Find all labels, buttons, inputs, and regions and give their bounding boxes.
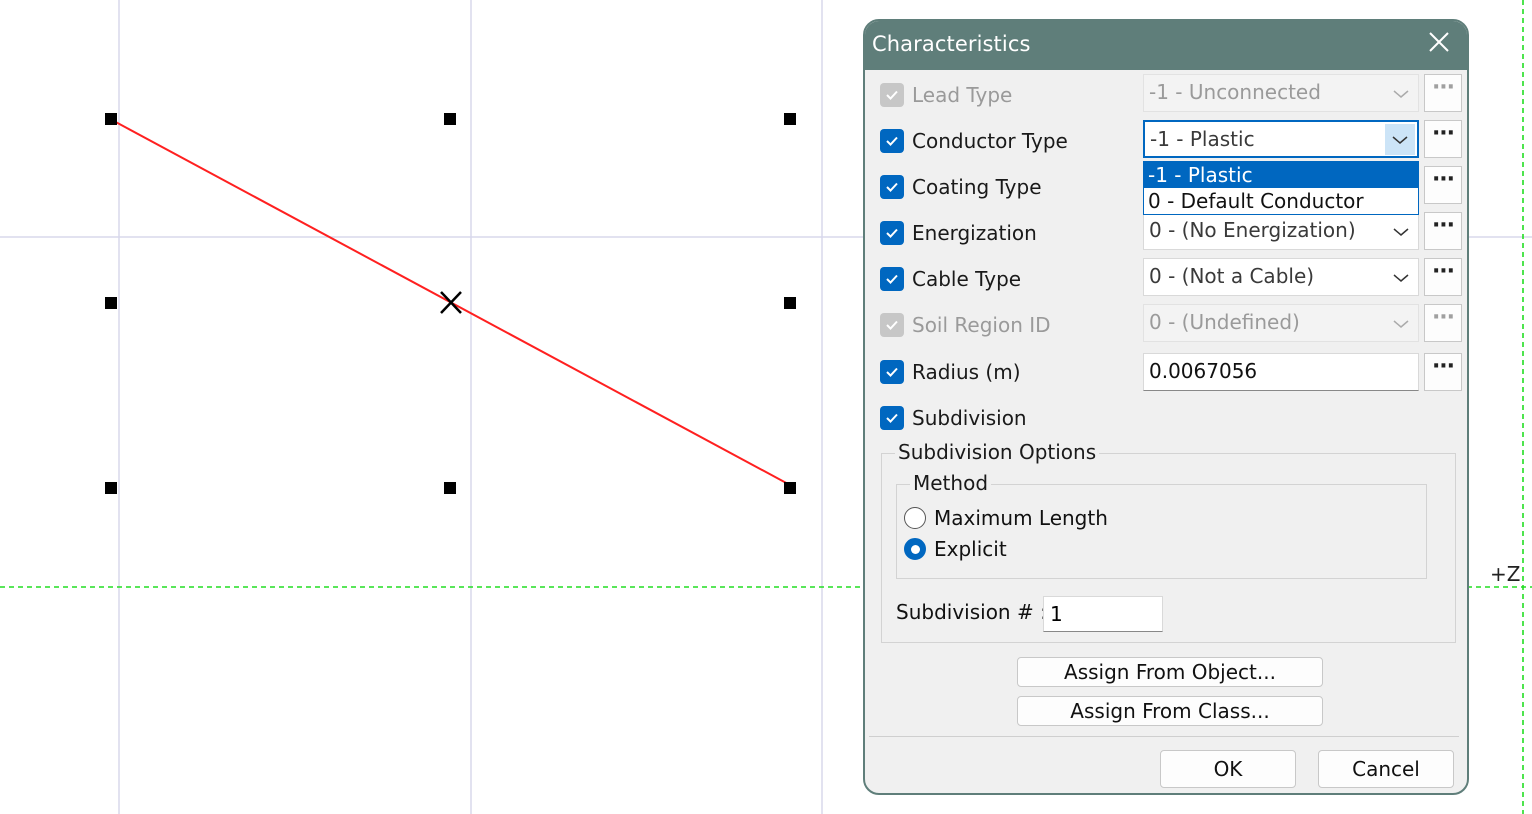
chevron-down-icon <box>1390 83 1412 105</box>
chevron-down-icon[interactable] <box>1390 221 1412 243</box>
chevron-down-icon[interactable] <box>1390 267 1412 289</box>
cable-type-select[interactable]: 0 - (Not a Cable) <box>1143 258 1419 296</box>
radio-explicit[interactable]: Explicit <box>904 537 1007 561</box>
subdivision-count-input[interactable]: 1 <box>1043 596 1163 632</box>
radius-input[interactable]: 0.0067056 <box>1143 353 1419 391</box>
soil-region-select: 0 - (Undefined) <box>1143 304 1419 342</box>
close-icon[interactable] <box>1425 31 1453 59</box>
radio-maximum-length[interactable]: Maximum Length <box>904 506 1108 530</box>
soil-region-checkbox <box>880 313 904 337</box>
coating-type-row: Coating Type <box>880 174 1042 200</box>
coating-type-label: Coating Type <box>912 175 1042 199</box>
radio-button-selected[interactable] <box>904 538 926 560</box>
coating-type-more-button[interactable]: ··· <box>1424 166 1462 204</box>
dropdown-option[interactable]: -1 - Plastic <box>1144 162 1418 188</box>
handle-top-left[interactable] <box>105 113 117 125</box>
cable-type-row: Cable Type <box>880 266 1021 292</box>
separator <box>869 736 1459 737</box>
dialog-title: Characteristics <box>872 32 1031 56</box>
handle-bottom-right[interactable] <box>784 482 796 494</box>
ok-button[interactable]: OK <box>1160 750 1296 788</box>
chevron-down-icon[interactable] <box>1385 124 1415 155</box>
characteristics-dialog: Characteristics Lead Type -1 - Unconnect… <box>863 19 1469 795</box>
handle-top-mid[interactable] <box>444 113 456 125</box>
lead-type-row: Lead Type <box>880 82 1012 108</box>
soil-region-label: Soil Region ID <box>912 313 1051 337</box>
lead-type-more-button: ··· <box>1424 74 1462 112</box>
handle-bottom-left[interactable] <box>105 482 117 494</box>
subdivision-row: Subdivision <box>880 405 1027 431</box>
chevron-down-icon <box>1390 313 1412 335</box>
handle-mid-right[interactable] <box>784 297 796 309</box>
dropdown-option[interactable]: 0 - Default Conductor <box>1144 188 1418 214</box>
cable-type-more-button[interactable]: ··· <box>1424 258 1462 296</box>
soil-region-row: Soil Region ID <box>880 312 1051 338</box>
lead-type-label: Lead Type <box>912 83 1013 107</box>
conductor-type-row: Conductor Type <box>880 128 1068 154</box>
radio-label: Maximum Length <box>934 506 1108 530</box>
conductor-type-more-button[interactable]: ··· <box>1424 120 1462 158</box>
subdivision-checkbox[interactable] <box>880 406 904 430</box>
conductor-type-select[interactable]: -1 - Plastic <box>1143 120 1419 158</box>
radius-row: Radius (m) <box>880 359 1021 385</box>
method-title: Method <box>910 471 992 495</box>
z-axis-label: +Z <box>1490 562 1521 586</box>
radio-label: Explicit <box>934 537 1007 561</box>
handle-top-right[interactable] <box>784 113 796 125</box>
coating-type-checkbox[interactable] <box>880 175 904 199</box>
handle-mid-left[interactable] <box>105 297 117 309</box>
energization-checkbox[interactable] <box>880 221 904 245</box>
method-group <box>896 484 1427 579</box>
energization-more-button[interactable]: ··· <box>1424 212 1462 250</box>
cable-type-checkbox[interactable] <box>880 267 904 291</box>
handle-bottom-mid[interactable] <box>444 482 456 494</box>
lead-type-select: -1 - Unconnected <box>1143 74 1419 112</box>
assign-from-object-button[interactable]: Assign From Object... <box>1017 657 1323 687</box>
energization-select[interactable]: 0 - (No Energization) <box>1143 212 1419 250</box>
energization-row: Energization <box>880 220 1037 246</box>
conductor-type-dropdown[interactable]: -1 - Plastic 0 - Default Conductor <box>1143 161 1419 215</box>
soil-region-more-button: ··· <box>1424 304 1462 342</box>
radius-label: Radius (m) <box>912 360 1021 384</box>
subdivision-count-label: Subdivision # : <box>896 600 1047 624</box>
lead-type-checkbox <box>880 83 904 107</box>
energization-label: Energization <box>912 221 1037 245</box>
conductor-type-label: Conductor Type <box>912 129 1068 153</box>
assign-from-class-button[interactable]: Assign From Class... <box>1017 696 1323 726</box>
subdivision-label: Subdivision <box>912 406 1027 430</box>
cable-type-label: Cable Type <box>912 267 1022 291</box>
radius-checkbox[interactable] <box>880 360 904 384</box>
radius-more-button[interactable]: ··· <box>1424 353 1462 391</box>
subdivision-options-title: Subdivision Options <box>895 440 1100 464</box>
radio-button[interactable] <box>904 507 926 529</box>
conductor-type-checkbox[interactable] <box>880 129 904 153</box>
center-marker-icon[interactable] <box>440 291 462 314</box>
cancel-button[interactable]: Cancel <box>1318 750 1454 788</box>
dialog-titlebar[interactable]: Characteristics <box>865 21 1467 70</box>
